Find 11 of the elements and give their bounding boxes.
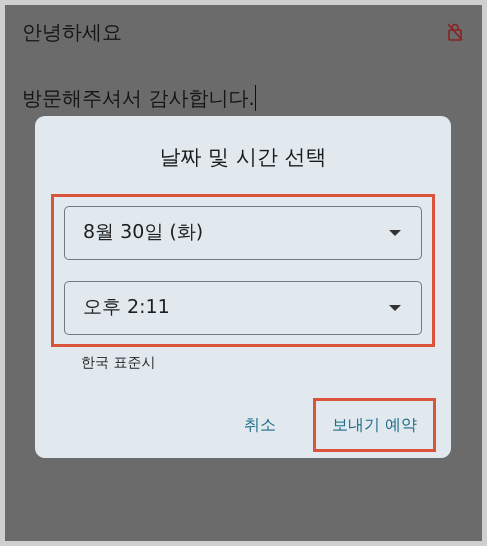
caret-icon: [389, 304, 401, 310]
dropdown[interactable]: 오후 2:11: [64, 280, 422, 334]
note-body[interactable]: 방문해주셔서 감사합니다.: [22, 83, 255, 113]
dialog-title: 날짜 및 시간 선택: [158, 144, 328, 171]
dialog-button[interactable]: 보내기 예약: [312, 398, 436, 452]
lock-off-icon[interactable]: [447, 23, 463, 41]
timezone-label: 한국 표준시: [81, 354, 156, 372]
dialog-button[interactable]: 취소: [224, 398, 295, 452]
dropdown[interactable]: 8월 30일 (화): [64, 206, 422, 260]
note-title: 안녕하세요: [22, 19, 122, 46]
caret-icon: [389, 230, 401, 236]
